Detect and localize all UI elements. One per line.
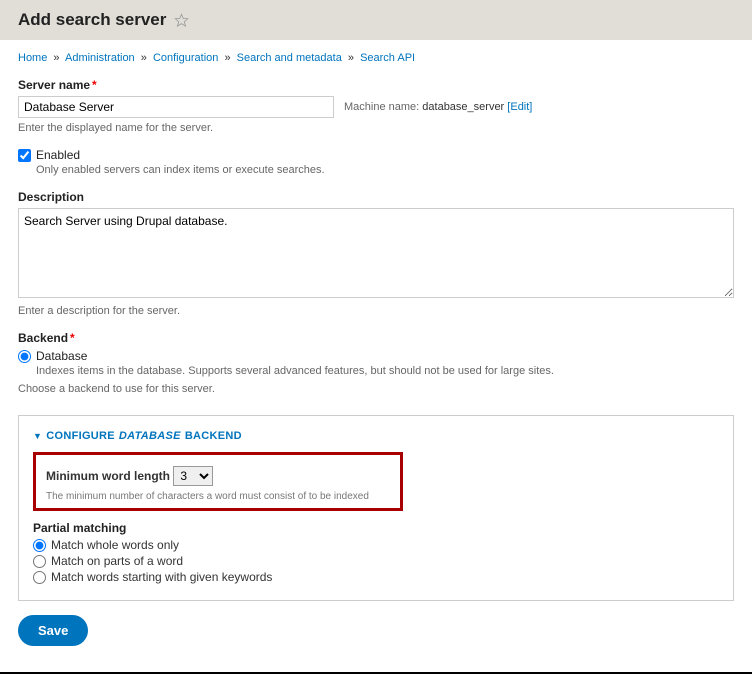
machine-name-edit-link[interactable]: [Edit] [507, 101, 532, 113]
breadcrumb-sep: » [348, 52, 354, 64]
backend-database-label[interactable]: Database [36, 349, 87, 363]
page-title: Add search server [18, 10, 166, 30]
partial-matching-section: Partial matching Match whole words only … [33, 521, 719, 584]
enabled-checkbox[interactable] [18, 149, 31, 162]
min-word-length-highlight: Minimum word length 3 The minimum number… [33, 452, 403, 511]
min-word-length-help: The minimum number of characters a word … [46, 491, 390, 502]
server-name-help: Enter the displayed name for the server. [18, 122, 734, 134]
partial-starting-radio[interactable] [33, 571, 46, 584]
enabled-field: Enabled Only enabled servers can index i… [18, 148, 734, 176]
description-label: Description [18, 190, 734, 204]
favorite-star-icon[interactable] [174, 13, 189, 28]
server-name-label: Server name* [18, 78, 734, 92]
breadcrumb-sep: » [141, 52, 147, 64]
backend-database-help: Indexes items in the database. Supports … [36, 365, 734, 377]
breadcrumb-search-api[interactable]: Search API [360, 52, 415, 64]
partial-starting-label[interactable]: Match words starting with given keywords [51, 570, 272, 584]
save-button[interactable]: Save [18, 615, 88, 646]
server-name-input[interactable] [18, 96, 334, 118]
breadcrumb-sep: » [53, 52, 59, 64]
configure-backend-fieldset: ▼ CONFIGURE DATABASE BACKEND Minimum wor… [18, 415, 734, 601]
partial-parts-label[interactable]: Match on parts of a word [51, 554, 183, 568]
breadcrumb-administration[interactable]: Administration [65, 52, 135, 64]
backend-field: Backend* Database Indexes items in the d… [18, 331, 734, 395]
server-name-field: Server name* Machine name: database_serv… [18, 78, 734, 134]
fieldset-legend[interactable]: ▼ CONFIGURE DATABASE BACKEND [33, 430, 719, 442]
page-content: Home » Administration » Configuration » … [0, 40, 752, 664]
partial-whole-words-radio[interactable] [33, 539, 46, 552]
breadcrumb: Home » Administration » Configuration » … [18, 52, 734, 64]
partial-whole-words-label[interactable]: Match whole words only [51, 538, 179, 552]
backend-label: Backend* [18, 331, 734, 345]
partial-matching-label: Partial matching [33, 521, 719, 535]
description-field: Description Search Server using Drupal d… [18, 190, 734, 317]
description-textarea[interactable]: Search Server using Drupal database. [18, 208, 734, 298]
breadcrumb-sep: » [224, 52, 230, 64]
backend-help: Choose a backend to use for this server. [18, 383, 734, 395]
enabled-help: Only enabled servers can index items or … [36, 164, 734, 176]
min-word-length-label: Minimum word length [46, 469, 170, 483]
breadcrumb-configuration[interactable]: Configuration [153, 52, 218, 64]
collapse-arrow-icon: ▼ [33, 431, 42, 441]
breadcrumb-home[interactable]: Home [18, 52, 47, 64]
backend-database-radio[interactable] [18, 350, 31, 363]
min-word-length-select[interactable]: 3 [173, 466, 213, 486]
breadcrumb-search-metadata[interactable]: Search and metadata [237, 52, 342, 64]
partial-parts-radio[interactable] [33, 555, 46, 568]
page-header: Add search server [0, 0, 752, 40]
machine-name-display: Machine name: database_server [Edit] [344, 101, 532, 113]
enabled-label[interactable]: Enabled [36, 148, 80, 162]
description-help: Enter a description for the server. [18, 305, 734, 317]
